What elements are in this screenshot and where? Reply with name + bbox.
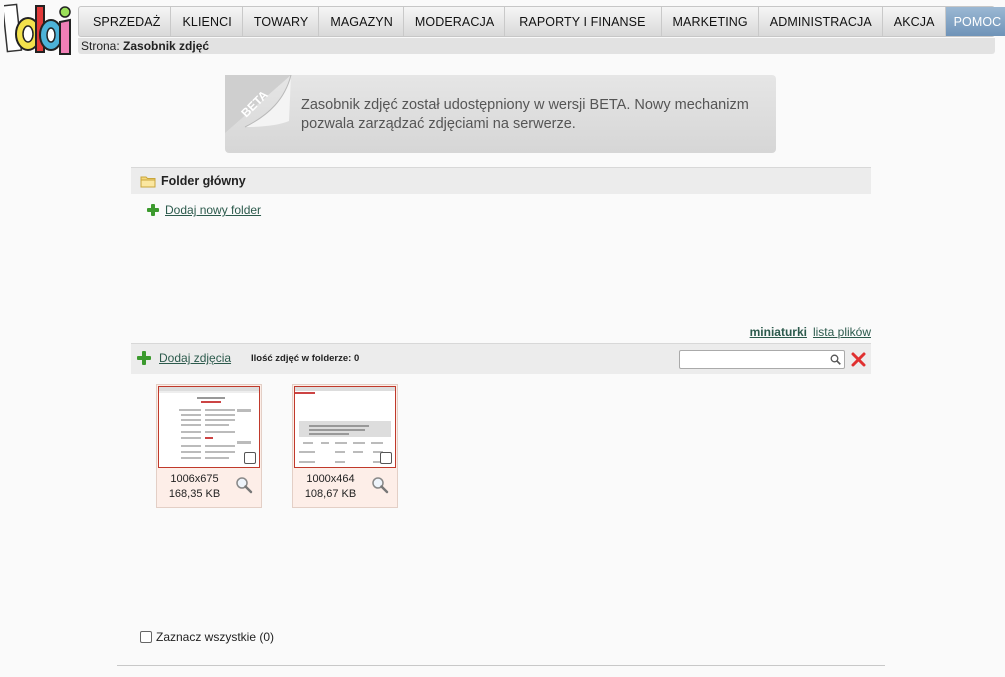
photo-dimensions: 1000x464: [306, 473, 355, 485]
photo-search-input[interactable]: [680, 351, 820, 368]
nav-raporty-i-finanse[interactable]: RAPORTY I FINANSE: [505, 7, 662, 36]
main-navigation: SPRZEDAŻ KLIENCI TOWARY MAGAZYN MODERACJ…: [78, 6, 1005, 37]
photos-toolbar: Dodaj zdjęcia Ilość zdjęć w folderze: 0: [131, 343, 871, 374]
bottom-divider: [117, 665, 885, 666]
folder-header: Folder główny: [131, 167, 871, 194]
select-all-row: Zaznacz wszystkie (0): [140, 630, 274, 644]
nav-help-label: POMOC: [953, 14, 1002, 29]
zoom-icon[interactable]: [371, 476, 389, 494]
add-folder-row: Dodaj nowy folder: [147, 203, 261, 217]
add-photos-link[interactable]: Dodaj zdjęcia: [159, 351, 231, 365]
photo-preview-image[interactable]: [294, 386, 396, 468]
photo-preview-image[interactable]: [158, 386, 260, 468]
photo-thumbnail[interactable]: 1006x675 168,35 KB: [156, 384, 262, 508]
nav-klienci[interactable]: KLIENCI: [171, 7, 243, 36]
breadcrumb-current: Zasobnik zdjęć: [123, 39, 210, 53]
view-mode-toggle: miniaturki lista plików: [750, 325, 871, 339]
view-thumbnails-link[interactable]: miniaturki: [750, 325, 807, 339]
nav-help-button[interactable]: POMOC ?: [945, 7, 1005, 36]
breadcrumb-prefix: Strona:: [81, 39, 120, 53]
folder-icon: [140, 176, 156, 187]
photo-select-checkbox[interactable]: [380, 452, 392, 464]
beta-corner-icon: BETA: [225, 75, 292, 133]
view-list-link[interactable]: lista plików: [813, 325, 871, 339]
select-all-label[interactable]: Zaznacz wszystkie (0): [156, 630, 274, 644]
search-icon[interactable]: [830, 354, 841, 365]
nav-sprzedaz[interactable]: SPRZEDAŻ: [79, 7, 172, 36]
photo-count: Ilość zdjęć w folderze: 0: [251, 353, 360, 364]
folder-title: Folder główny: [161, 174, 246, 188]
photo-file-size: 108,67 KB: [304, 488, 357, 500]
plus-icon: [147, 204, 159, 216]
select-all-checkbox[interactable]: [140, 631, 152, 643]
photo-file-size: 168,35 KB: [168, 488, 221, 500]
plus-icon: [137, 351, 151, 365]
photo-search: [679, 350, 845, 369]
app-logo[interactable]: [1, 2, 72, 56]
nav-towary[interactable]: TOWARY: [243, 7, 320, 36]
zoom-icon[interactable]: [235, 476, 253, 494]
breadcrumb: Strona: Zasobnik zdjęć: [78, 38, 995, 54]
nav-marketing[interactable]: MARKETING: [662, 7, 759, 36]
nav-administracja[interactable]: ADMINISTRACJA: [759, 7, 883, 36]
add-photo-row: Dodaj zdjęcia: [137, 351, 231, 365]
nav-akcja[interactable]: AKCJA: [883, 7, 946, 36]
photo-thumbnail[interactable]: 1000x464 108,67 KB: [292, 384, 398, 508]
photo-select-checkbox[interactable]: [244, 452, 256, 464]
add-folder-link[interactable]: Dodaj nowy folder: [165, 203, 261, 217]
photo-dimensions: 1006x675: [170, 473, 219, 485]
clear-search-icon[interactable]: [851, 352, 866, 367]
nav-moderacja[interactable]: MODERACJA: [404, 7, 506, 36]
beta-notice: BETA Zasobnik zdjęć został udostępniony …: [225, 75, 776, 153]
beta-message: Zasobnik zdjęć został udostępniony w wer…: [301, 97, 749, 132]
nav-magazyn[interactable]: MAGAZYN: [319, 7, 404, 36]
